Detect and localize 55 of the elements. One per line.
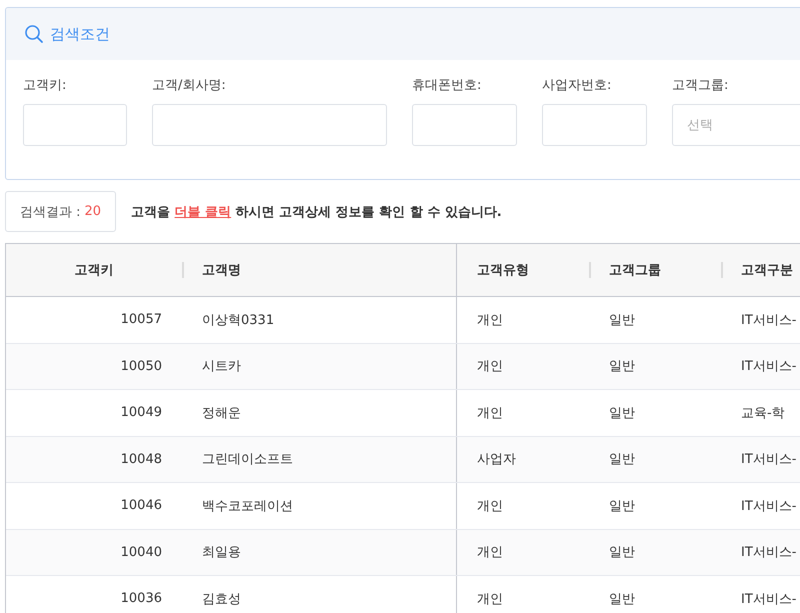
table-cell-text: 10057 [120,311,163,330]
table-cell-text: 일반 [608,358,636,376]
table-cell-text: 일반 [608,544,636,562]
table-cell: 김효성 [182,576,457,613]
table-cell-text: 일반 [608,312,636,330]
column-header[interactable]: 고객키 [6,244,182,296]
input-field[interactable] [23,104,127,146]
table-cell-text: IT서비스- [740,312,798,330]
table-cell-text: 개인 [476,358,504,376]
table-cell-text: 10049 [120,404,163,422]
input-field[interactable] [152,104,387,146]
column-header[interactable]: 고객명 [182,244,457,296]
table-cell-text: IT서비스- [740,498,798,516]
field-label: 고객/회사명: [152,77,227,94]
table-cell-text: IT서비스- [740,590,798,609]
panel-title: 검색조건 [50,24,110,44]
field-label: 사업자번호: [542,77,612,94]
table-cell-text: IT서비스- [740,544,798,562]
result-count: 20 [84,204,102,219]
field-label: 고객그룹: [672,77,730,94]
table-cell: 백수코포레이션 [182,483,457,528]
table-cell: 시트카 [182,344,457,389]
table-cell: 최일용 [182,530,457,575]
table-cell-text: 10046 [120,497,163,516]
table-cell: 그린데이소프트 [182,436,457,482]
table-cell-text: IT서비스- [740,358,798,376]
table-cell-text: 일반 [608,590,636,609]
search-icon [24,24,44,44]
field-label: 고객키: [23,77,68,94]
table-cell-text: 10048 [120,450,163,469]
table-cell-text: 일반 [608,498,636,516]
table-cell-text: IT서비스- [740,451,798,470]
column-header[interactable]: 고객그룹 [589,244,721,296]
hint-text: 고객을 더블 클릭 하시면 고객상세 정보를 확인 할 수 있습니다. [131,204,502,220]
table-cell-text: 개인 [476,312,504,330]
column-header[interactable]: 고객구분 [721,244,800,296]
table-cell: 정해운 [182,390,457,436]
input-field[interactable] [412,104,517,146]
table-cell-text: 일반 [608,404,636,423]
table-cell-text: 개인 [476,404,504,423]
table-cell-text: 개인 [476,590,504,609]
table-cell-text: 개인 [476,498,504,516]
column-header[interactable]: 고객유형 [457,244,589,296]
select-field[interactable]: 선택 [672,104,800,146]
table-cell-text: 일반 [608,451,636,470]
table-cell-text: 사업자 [476,451,517,470]
table-cell-text: 개인 [476,544,504,562]
field-label: 휴대폰번호: [412,77,482,94]
table-cell-text: 10036 [120,590,163,608]
table-cell-text: 10040 [120,544,163,562]
input-field[interactable] [542,104,647,146]
table-cell: 이상혁0331 [182,297,457,342]
result-label: 검색결과 : [20,204,81,220]
table-cell-text: 교육-학 [740,404,786,423]
table-cell-text: 10050 [120,358,163,376]
